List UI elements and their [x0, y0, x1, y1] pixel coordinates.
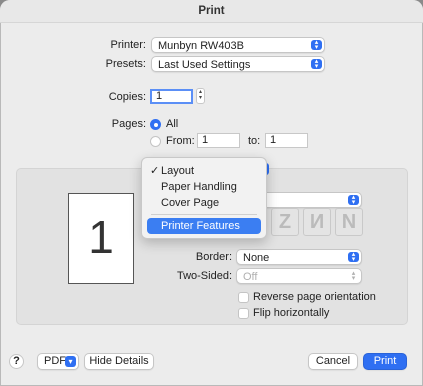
pdf-label: PDF	[44, 355, 66, 367]
menu-item-printer-features[interactable]: Printer Features	[147, 218, 261, 234]
border-popup[interactable]: None ▴ ▾	[236, 249, 362, 265]
border-value: None	[243, 252, 270, 264]
printer-label: Printer:	[110, 39, 146, 51]
presets-popup[interactable]: Last Used Settings ▴ ▾	[151, 56, 325, 72]
cancel-button[interactable]: Cancel	[308, 353, 358, 370]
pages-all-radio[interactable]	[150, 119, 161, 130]
reverse-orientation-label: Reverse page orientation	[253, 291, 376, 303]
checkmark-icon: ✓	[150, 165, 160, 177]
flip-horizontally-label: Flip horizontally	[253, 307, 330, 319]
menu-item-cover-page[interactable]: Cover Page	[147, 195, 261, 211]
printer-value: Munbyn RW403B	[158, 40, 245, 52]
menu-item-label: Printer Features	[161, 220, 240, 232]
layout-direction-n-icon[interactable]: N	[335, 208, 363, 236]
pages-to-field[interactable]: 1	[265, 133, 308, 148]
presets-label: Presets:	[105, 58, 146, 70]
menu-item-label: Layout	[161, 165, 195, 177]
reverse-orientation-checkbox[interactable]	[238, 292, 249, 303]
pages-from-label: From:	[166, 135, 195, 147]
border-label: Border:	[195, 251, 232, 263]
copies-field[interactable]: 1	[150, 89, 193, 104]
flip-horizontally-checkbox[interactable]	[238, 308, 249, 319]
pages-range-radio[interactable]	[150, 136, 161, 147]
menu-item-label: Paper Handling	[161, 181, 237, 193]
page-preview: 1	[68, 193, 134, 284]
menu-separator	[151, 214, 257, 215]
print-button[interactable]: Print	[363, 353, 407, 370]
layout-direction-reverse-n-icon[interactable]: И	[303, 208, 331, 236]
pages-label: Pages:	[111, 118, 146, 130]
popup-stepper-icon: ▴ ▾	[351, 270, 356, 282]
printer-popup[interactable]: Munbyn RW403B ▴ ▾	[151, 37, 325, 53]
two-sided-popup[interactable]: Off ▴ ▾	[236, 268, 362, 284]
popup-stepper-icon: ▴ ▾	[348, 251, 359, 263]
pages-from-field[interactable]: 1	[197, 133, 240, 148]
two-sided-label: Two-Sided:	[176, 270, 232, 282]
copies-label: Copies:	[108, 91, 146, 103]
menu-item-paper-handling[interactable]: Paper Handling	[147, 179, 261, 195]
pdf-button[interactable]: PDF ▾	[37, 353, 79, 370]
pages-all-label: All	[166, 118, 179, 130]
dialog-title: Print	[0, 0, 423, 23]
pages-to-label: to:	[248, 135, 261, 147]
presets-value: Last Used Settings	[158, 59, 251, 71]
print-dialog: Print Printer: Munbyn RW403B ▴ ▾ Presets:…	[0, 0, 423, 386]
section-menu: ✓ Layout Paper Handling Cover Page Print…	[141, 157, 267, 239]
layout-direction-z-icon[interactable]: Z	[271, 208, 299, 236]
menu-item-label: Cover Page	[161, 197, 220, 209]
two-sided-value: Off	[243, 271, 258, 283]
popup-stepper-icon: ▴ ▾	[348, 194, 359, 206]
popup-stepper-icon: ▴ ▾	[311, 39, 322, 51]
hide-details-button[interactable]: Hide Details	[84, 353, 154, 370]
help-button[interactable]: ?	[9, 354, 24, 369]
copies-stepper[interactable]: ▴ ▾	[196, 88, 205, 104]
chevron-down-icon: ▾	[65, 356, 76, 367]
popup-stepper-icon: ▴ ▾	[311, 58, 322, 70]
menu-item-layout[interactable]: ✓ Layout	[147, 163, 261, 179]
